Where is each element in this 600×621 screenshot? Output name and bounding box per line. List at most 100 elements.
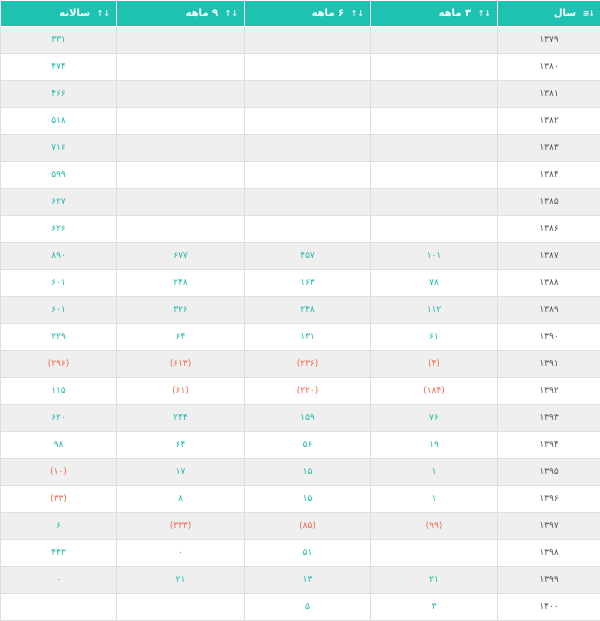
column-header-label: ۶ ماهه xyxy=(311,8,345,19)
year-cell: ۱۳۸۸ xyxy=(497,269,600,297)
three-month-cell: (۹۹) xyxy=(370,512,498,540)
table-row: ۱۳۹۹ ۲۱ ۱۳ ۲۱ ۰ xyxy=(0,566,600,594)
three-month-cell: ۷۸ xyxy=(370,269,498,297)
sort-icon[interactable]: ↓↑ xyxy=(478,9,491,18)
annual-cell: ۶۲۰ xyxy=(0,404,117,432)
nine-month-cell: ۱۷ xyxy=(116,458,245,486)
year-cell: ۱۳۸۱ xyxy=(497,80,600,108)
three-month-cell xyxy=(370,161,498,189)
sort-icon[interactable]: ↓↑ xyxy=(97,9,110,18)
three-month-cell xyxy=(370,53,498,81)
annual-cell: ۴۶۶ xyxy=(0,80,117,108)
year-cell: ۱۳۸۷ xyxy=(497,242,600,270)
three-month-cell: ۱۱۲ xyxy=(370,296,498,324)
six-month-cell xyxy=(244,188,371,216)
nine-month-cell: ۶۴ xyxy=(116,323,245,351)
six-month-cell: (۲۳۶) xyxy=(244,350,371,378)
table-row: ۱۳۹۰ ۶۱ ۱۳۱ ۶۴ ۲۲۹ xyxy=(0,323,600,351)
table-body: ۱۳۷۹ ۳۳۱ ۱۳۸۰ ۴۷۴ ۱۳۸۱ ۴۶۶ ۱۳۸۲ ۵۱۸ ۱۳۸۳ ۷۱۶ ۱۳۸۴ ۵… xyxy=(0,26,600,621)
three-month-cell: ۷۶ xyxy=(370,404,498,432)
three-month-cell: ۳ xyxy=(370,593,498,621)
nine-month-cell xyxy=(116,80,245,108)
year-cell: ۱۳۸۹ xyxy=(497,296,600,324)
column-header-year[interactable]: ↓≡ سال xyxy=(497,0,600,27)
nine-month-cell: ۳۲۶ xyxy=(116,296,245,324)
year-cell: ۱۳۹۶ xyxy=(497,485,600,513)
annual-cell: ۹۸ xyxy=(0,431,117,459)
year-cell: ۱۴۰۰ xyxy=(497,593,600,621)
six-month-cell: ۱۵ xyxy=(244,485,371,513)
three-month-cell xyxy=(370,80,498,108)
nine-month-cell: ۲۱ xyxy=(116,566,245,594)
three-month-cell xyxy=(370,215,498,243)
column-header-9-month[interactable]: ↓↑ ۹ ماهه xyxy=(116,0,245,27)
sort-asc-icon[interactable]: ↓≡ xyxy=(583,9,595,18)
three-month-cell: ۱۰۱ xyxy=(370,242,498,270)
six-month-cell xyxy=(244,134,371,162)
column-header-label: سالانه xyxy=(59,8,91,19)
three-month-cell xyxy=(370,188,498,216)
six-month-cell: ۲۴۸ xyxy=(244,296,371,324)
six-month-cell: ۵ xyxy=(244,593,371,621)
six-month-cell: ۱۵۹ xyxy=(244,404,371,432)
header-row: ↓≡ سال ↓↑ ۳ ماهه ↓↑ ۶ ماهه ↓↑ ۹ ماهه ↓↑ … xyxy=(0,0,600,27)
six-month-cell: ۱۵ xyxy=(244,458,371,486)
table-row: ۱۳۸۳ ۷۱۶ xyxy=(0,134,600,162)
table-row: ۱۳۹۲ (۱۸۴) (۲۲۰) (۶۱) ۱۱۵ xyxy=(0,377,600,405)
three-month-cell: ۱ xyxy=(370,485,498,513)
annual-cell: ۶۰۱ xyxy=(0,269,117,297)
column-header-6-month[interactable]: ↓↑ ۶ ماهه xyxy=(244,0,371,27)
annual-cell: ۷۱۶ xyxy=(0,134,117,162)
year-cell: ۱۳۸۲ xyxy=(497,107,600,135)
annual-cell: ۲۲۹ xyxy=(0,323,117,351)
annual-cell: (۳۳) xyxy=(0,485,117,513)
annual-cell: ۸۹۰ xyxy=(0,242,117,270)
nine-month-cell: (۳۳۳) xyxy=(116,512,245,540)
nine-month-cell: ۰ xyxy=(116,539,245,567)
six-month-cell: ۱۳۱ xyxy=(244,323,371,351)
annual-cell: ۶۲۷ xyxy=(0,188,117,216)
three-month-cell: (۱۸۴) xyxy=(370,377,498,405)
table-row: ۱۳۹۳ ۷۶ ۱۵۹ ۲۴۴ ۶۲۰ xyxy=(0,404,600,432)
sort-icon[interactable]: ↓↑ xyxy=(225,9,238,18)
nine-month-cell xyxy=(116,161,245,189)
six-month-cell: ۵۶ xyxy=(244,431,371,459)
six-month-cell xyxy=(244,215,371,243)
table-row: ۱۳۹۷ (۹۹) (۸۵) (۳۳۳) ۶ xyxy=(0,512,600,540)
annual-cell: ۱۱۵ xyxy=(0,377,117,405)
year-cell: ۱۳۹۸ xyxy=(497,539,600,567)
nine-month-cell: ۶۷۷ xyxy=(116,242,245,270)
six-month-cell xyxy=(244,80,371,108)
annual-cell: (۲۹۶) xyxy=(0,350,117,378)
year-cell: ۱۳۷۹ xyxy=(497,26,600,54)
table-row: ۱۳۸۶ ۶۲۶ xyxy=(0,215,600,243)
sort-icon[interactable]: ↓↑ xyxy=(351,9,364,18)
annual-cell: ۴۴۳ xyxy=(0,539,117,567)
nine-month-cell: ۲۴۴ xyxy=(116,404,245,432)
table-row: ۱۳۹۴ ۱۹ ۵۶ ۶۴ ۹۸ xyxy=(0,431,600,459)
annual-cell: ۵۱۸ xyxy=(0,107,117,135)
three-month-cell: ۱۹ xyxy=(370,431,498,459)
three-month-cell xyxy=(370,539,498,567)
table-row: ۱۳۸۹ ۱۱۲ ۲۴۸ ۳۲۶ ۶۰۱ xyxy=(0,296,600,324)
nine-month-cell xyxy=(116,53,245,81)
column-header-annual[interactable]: ↓↑ سالانه xyxy=(0,0,117,27)
column-header-label: ۳ ماهه xyxy=(438,8,472,19)
annual-cell: ۶۰۱ xyxy=(0,296,117,324)
six-month-cell: ۱۳ xyxy=(244,566,371,594)
six-month-cell: (۸۵) xyxy=(244,512,371,540)
annual-cell: ۵۹۹ xyxy=(0,161,117,189)
three-month-cell: ۶۱ xyxy=(370,323,498,351)
year-cell: ۱۳۹۱ xyxy=(497,350,600,378)
year-cell: ۱۳۹۳ xyxy=(497,404,600,432)
year-cell: ۱۳۹۴ xyxy=(497,431,600,459)
column-header-label: سال xyxy=(553,8,577,19)
nine-month-cell: ۲۴۸ xyxy=(116,269,245,297)
table-row: ۱۳۸۷ ۱۰۱ ۴۵۷ ۶۷۷ ۸۹۰ xyxy=(0,242,600,270)
annual-cell: ۳۳۱ xyxy=(0,26,117,54)
three-month-cell xyxy=(370,134,498,162)
column-header-3-month[interactable]: ↓↑ ۳ ماهه xyxy=(370,0,498,27)
table-row: ۱۳۸۱ ۴۶۶ xyxy=(0,80,600,108)
annual-cell xyxy=(0,593,117,621)
year-cell: ۱۳۸۶ xyxy=(497,215,600,243)
